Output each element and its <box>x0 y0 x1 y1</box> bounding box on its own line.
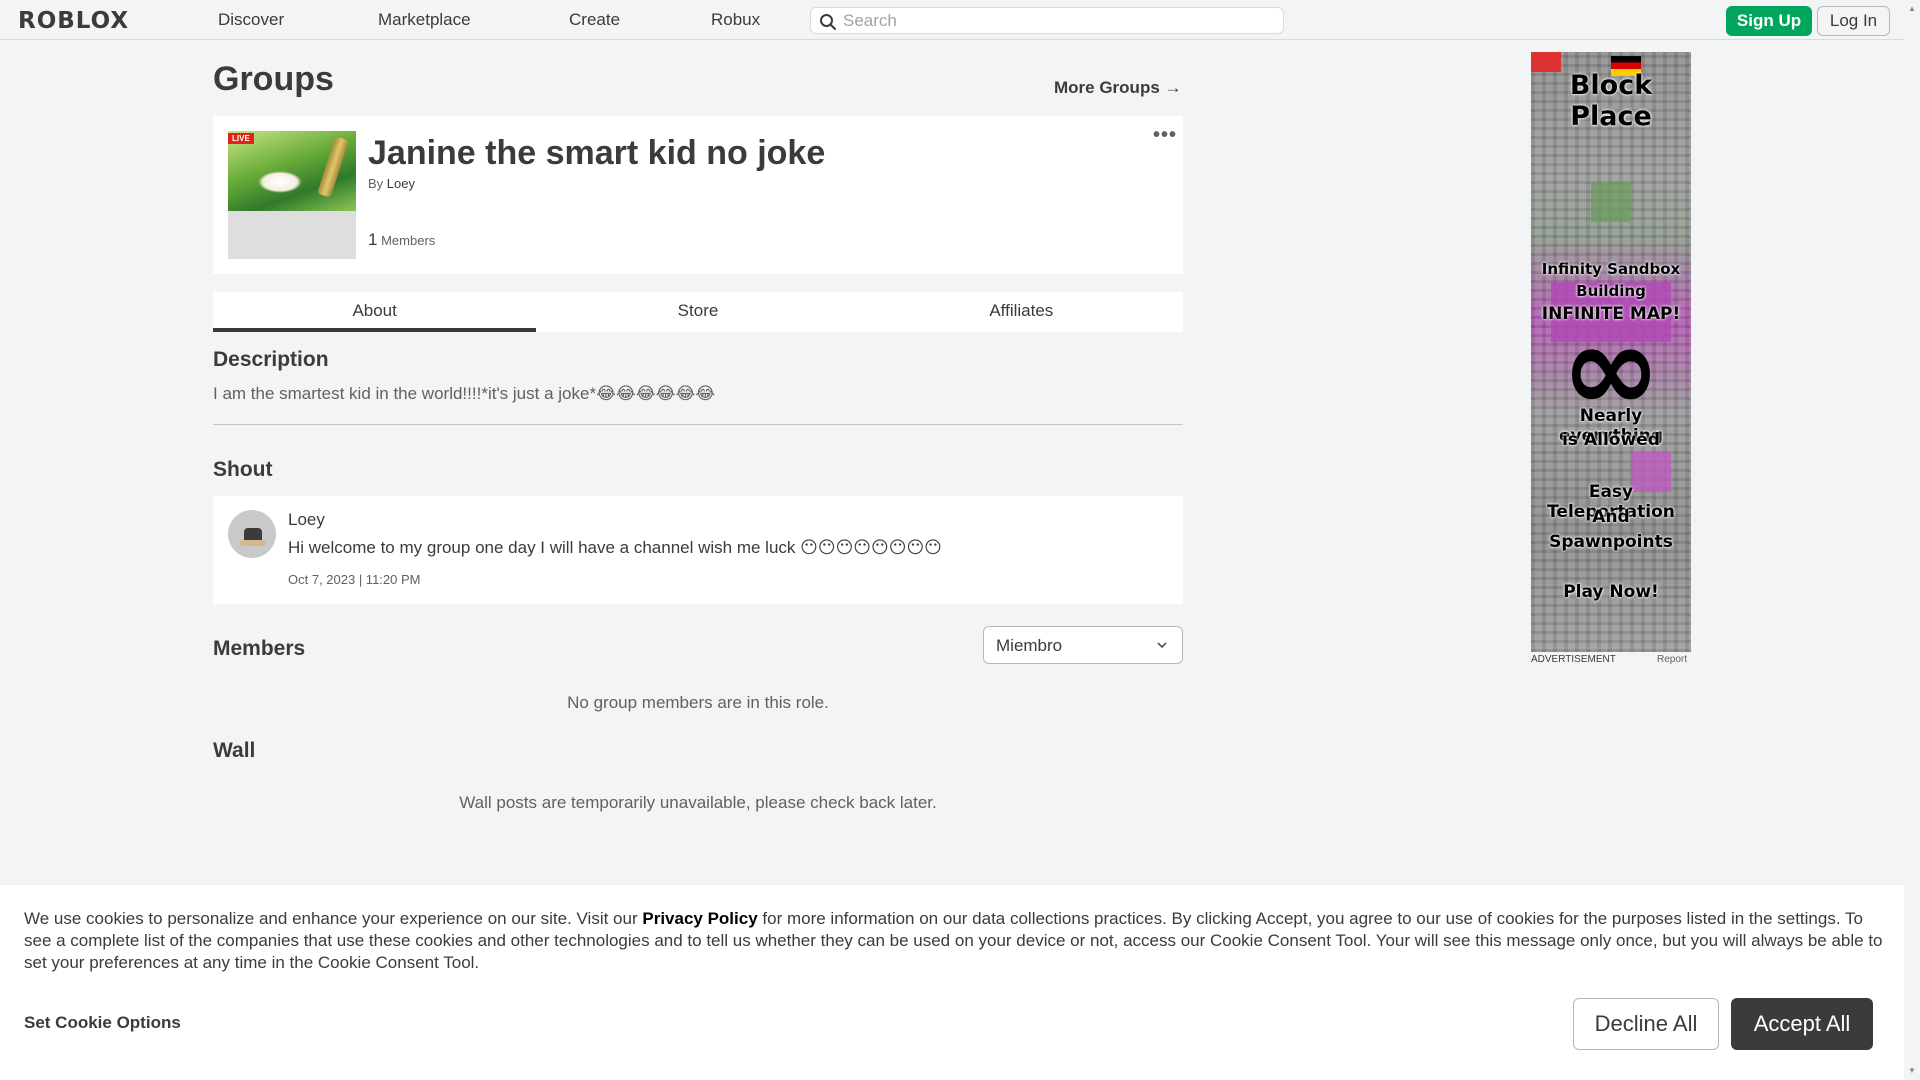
tab-affiliates[interactable]: Affiliates <box>860 292 1183 332</box>
ad-green-patch <box>1591 182 1631 222</box>
group-tabs: About Store Affiliates <box>213 292 1183 332</box>
search-icon <box>820 14 836 30</box>
accept-all-button[interactable]: Accept All <box>1731 998 1873 1050</box>
top-nav: ROBLOX Discover Marketplace Create Robux… <box>0 0 1904 40</box>
group-name: Janine the smart kid no joke <box>368 134 826 172</box>
search-input[interactable] <box>843 11 1273 31</box>
roblox-logo[interactable]: ROBLOX <box>18 8 129 34</box>
avatar[interactable] <box>228 510 276 558</box>
shout-author[interactable]: Loey <box>288 510 325 530</box>
signup-button[interactable]: Sign Up <box>1726 6 1812 36</box>
member-count-label: Members <box>381 233 436 248</box>
lotus-flower <box>258 171 302 193</box>
tab-store[interactable]: Store <box>536 292 859 332</box>
member-count: 1 Members <box>368 230 435 250</box>
by-label: By <box>368 176 384 191</box>
scroll-down-icon[interactable]: ▼ <box>1908 1066 1916 1075</box>
cookie-options-link[interactable]: Set Cookie Options <box>24 1013 181 1033</box>
members-heading: Members <box>213 637 306 660</box>
owner-link[interactable]: Loey <box>387 176 415 191</box>
tab-about[interactable]: About <box>213 292 537 332</box>
shout-body: Hi welcome to my group one day I will ha… <box>288 538 942 557</box>
ad-label: ADVERTISEMENT <box>1531 654 1616 665</box>
ad-report-link[interactable]: Report <box>1657 654 1687 665</box>
cookie-banner: We use cookies to personalize and enhanc… <box>0 885 1904 1080</box>
nav-discover[interactable]: Discover <box>218 10 284 30</box>
page-scrollbar[interactable]: ▲ ▼ <box>1904 0 1920 1080</box>
decline-all-button[interactable]: Decline All <box>1573 998 1719 1050</box>
shout-card: Loey Hi welcome to my group one day I wi… <box>213 496 1183 604</box>
cookie-text: We use cookies to personalize and enhanc… <box>24 908 1884 974</box>
ad-line: And <box>1592 507 1630 527</box>
description-heading: Description <box>213 348 329 371</box>
group-emblem[interactable]: LIVE <box>228 131 356 259</box>
ad-line: Infinity Sandbox <box>1541 260 1681 278</box>
description-text: I am the smartest kid in the world!!!!*i… <box>213 384 716 403</box>
more-options-icon[interactable]: ••• <box>1153 124 1177 147</box>
login-button[interactable]: Log In <box>1817 6 1890 36</box>
nav-marketplace[interactable]: Marketplace <box>378 10 471 30</box>
ad-title: Block Place <box>1569 70 1653 132</box>
ad-line: Spawnpoints <box>1549 532 1673 552</box>
infinity-icon: ∞ <box>1561 300 1661 439</box>
ad-flag-patch <box>1531 52 1561 72</box>
ad-line: is Allowed <box>1562 430 1660 450</box>
live-badge: LIVE <box>228 133 254 144</box>
chevron-down-icon <box>1157 642 1167 649</box>
group-owner-line: By Loey <box>368 176 415 191</box>
role-selected-value: Miembro <box>996 636 1063 655</box>
member-count-value: 1 <box>368 230 378 249</box>
search-box[interactable] <box>810 7 1284 34</box>
wall-heading: Wall <box>213 739 256 762</box>
group-header-card: LIVE Janine the smart kid no joke By Loe… <box>213 116 1183 274</box>
nav-create[interactable]: Create <box>569 10 620 30</box>
page-title: Groups <box>213 60 334 98</box>
privacy-policy-link[interactable]: Privacy Policy <box>642 909 757 928</box>
avatar-figure-base <box>240 540 266 546</box>
cookie-text-before: We use cookies to personalize and enhanc… <box>24 909 643 928</box>
wall-empty-message: Wall posts are temporarily unavailable, … <box>459 793 937 812</box>
scroll-up-icon[interactable]: ▲ <box>1908 4 1916 13</box>
ad-line: Building <box>1576 282 1646 300</box>
advertisement-banner[interactable]: Block Place Infinity Sandbox Building IN… <box>1531 52 1691 652</box>
more-groups-link[interactable]: More Groups → <box>1054 78 1182 98</box>
shout-heading: Shout <box>213 458 273 481</box>
members-empty-message: No group members are in this role. <box>567 693 829 712</box>
role-dropdown[interactable]: Miembro <box>983 626 1183 664</box>
bamboo-spout <box>317 136 349 198</box>
nav-robux[interactable]: Robux <box>711 10 760 30</box>
ad-cta: Play Now! <box>1563 582 1659 602</box>
section-divider <box>213 424 1183 425</box>
shout-timestamp: Oct 7, 2023 | 11:20 PM <box>288 572 421 587</box>
